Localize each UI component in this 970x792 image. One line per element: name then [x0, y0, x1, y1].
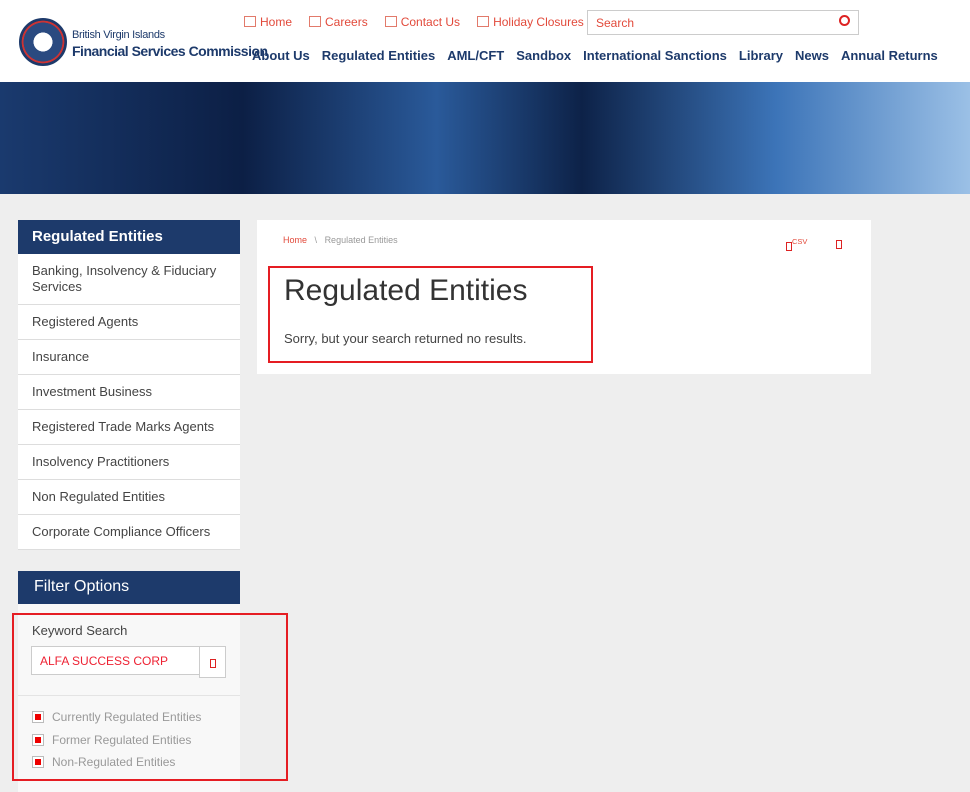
- breadcrumb-current: Regulated Entities: [324, 235, 398, 245]
- home-link[interactable]: Home: [244, 15, 292, 29]
- holiday-link[interactable]: Holiday Closures: [477, 15, 584, 29]
- breadcrumb-home[interactable]: Home: [283, 235, 307, 245]
- breadcrumb: Home \ Regulated Entities: [283, 235, 398, 245]
- hero-banner: [0, 82, 970, 194]
- site-header: British Virgin Islands Financial Service…: [0, 0, 970, 82]
- logo-line1: British Virgin Islands: [72, 29, 165, 41]
- nav-about-us[interactable]: About Us: [252, 48, 310, 63]
- sidebar-item-registered-agents[interactable]: Registered Agents: [18, 305, 240, 340]
- holiday-label: Holiday Closures: [493, 15, 584, 29]
- csv-export-button[interactable]: CSV: [786, 237, 807, 251]
- sidebar-item-insurance[interactable]: Insurance: [18, 340, 240, 375]
- search-placeholder: Search: [596, 16, 635, 30]
- breadcrumb-separator: \: [314, 235, 318, 245]
- nav-aml-cft[interactable]: AML/CFT: [447, 48, 504, 63]
- nav-sandbox[interactable]: Sandbox: [516, 48, 571, 63]
- home-icon: [244, 16, 256, 27]
- sidebar-item-non-regulated[interactable]: Non Regulated Entities: [18, 480, 240, 515]
- sidebar-item-investment[interactable]: Investment Business: [18, 375, 240, 410]
- csv-label: CSV: [792, 237, 808, 246]
- home-label: Home: [260, 15, 293, 29]
- contact-link[interactable]: Contact Us: [384, 15, 461, 29]
- utility-nav: Home Careers Contact Us Holiday Closures: [244, 15, 584, 29]
- briefcase-icon: [309, 16, 322, 27]
- sidebar-item-trade-marks[interactable]: Registered Trade Marks Agents: [18, 410, 240, 445]
- sidebar: Regulated Entities Banking, Insolvency &…: [18, 220, 240, 550]
- nav-news[interactable]: News: [795, 48, 829, 63]
- nav-annual-returns[interactable]: Annual Returns: [841, 48, 938, 63]
- envelope-icon: [384, 16, 397, 27]
- main-nav: About Us Regulated Entities AML/CFT Sand…: [252, 48, 938, 63]
- highlight-box: [268, 266, 593, 363]
- logo-line2: Financial Services Commission: [72, 43, 268, 59]
- sidebar-title: Regulated Entities: [18, 220, 240, 254]
- careers-label: Careers: [325, 15, 368, 29]
- sidebar-item-compliance-officers[interactable]: Corporate Compliance Officers: [18, 515, 240, 550]
- fsc-logo[interactable]: [19, 18, 67, 66]
- highlight-box: [12, 613, 288, 781]
- careers-link[interactable]: Careers: [309, 15, 368, 29]
- contact-label: Contact Us: [400, 15, 461, 29]
- nav-library[interactable]: Library: [739, 48, 783, 63]
- calendar-icon: [477, 16, 490, 27]
- filter-title: Filter Options: [18, 571, 240, 604]
- nav-international-sanctions[interactable]: International Sanctions: [583, 48, 727, 63]
- nav-regulated-entities[interactable]: Regulated Entities: [322, 48, 435, 63]
- search-input[interactable]: Search: [587, 10, 859, 35]
- sidebar-item-insolvency[interactable]: Insolvency Practitioners: [18, 445, 240, 480]
- sidebar-item-banking[interactable]: Banking, Insolvency & Fiduciary Services: [18, 254, 240, 305]
- search-icon[interactable]: [839, 15, 850, 26]
- print-icon[interactable]: [836, 240, 842, 249]
